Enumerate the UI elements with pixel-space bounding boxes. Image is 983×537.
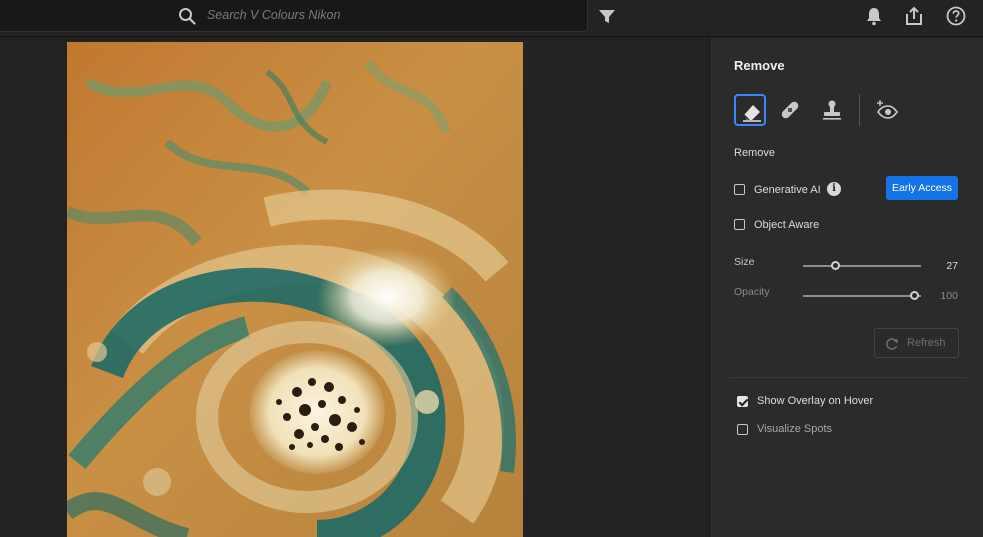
generative-ai-label: Generative AI [754, 184, 821, 196]
opacity-slider[interactable] [803, 291, 921, 300]
opacity-value[interactable]: 100 [918, 290, 958, 302]
remove-tool-button[interactable] [734, 94, 766, 126]
eraser-icon [743, 105, 761, 122]
photo-canvas[interactable] [0, 38, 709, 537]
share-icon[interactable] [903, 5, 925, 27]
object-aware-checkbox[interactable] [734, 219, 745, 230]
visualize-eye-icon [877, 100, 898, 119]
bandage-icon [781, 101, 799, 119]
refresh-label: Refresh [907, 337, 946, 349]
size-slider[interactable] [803, 261, 921, 270]
show-overlay-checkbox[interactable] [737, 396, 748, 407]
stamp-icon [823, 100, 841, 120]
heal-tool-button[interactable] [774, 94, 806, 126]
panel-title: Remove [734, 58, 785, 73]
remove-section-label: Remove [734, 147, 775, 159]
tool-divider [859, 94, 860, 126]
generative-ai-checkbox[interactable] [734, 184, 745, 195]
refresh-button[interactable]: Refresh [874, 328, 959, 358]
opacity-label: Opacity [734, 286, 770, 298]
search-icon [179, 8, 196, 25]
object-aware-label: Object Aware [754, 219, 820, 231]
help-icon[interactable] [945, 5, 967, 27]
show-overlay-label: Show Overlay on Hover [757, 395, 874, 407]
refresh-icon [886, 338, 898, 350]
visualize-spots-label: Visualize Spots [757, 423, 833, 435]
search-box[interactable]: Search V Colours Nikon [0, 0, 588, 32]
photo-preview[interactable] [67, 42, 523, 537]
visualize-tool-button[interactable] [871, 94, 903, 126]
remove-panel: Remove Remove Generative AI i Early Acce… [709, 38, 983, 537]
visualize-spots-checkbox[interactable] [737, 424, 748, 435]
size-label: Size [734, 256, 755, 268]
size-value[interactable]: 27 [918, 260, 958, 272]
info-icon[interactable]: i [827, 182, 841, 196]
bell-icon[interactable] [863, 5, 885, 27]
search-placeholder[interactable]: Search V Colours Nikon [207, 8, 340, 22]
panel-divider [730, 377, 966, 378]
size-slider-knob[interactable] [831, 261, 840, 270]
filter-icon[interactable] [598, 8, 616, 24]
top-bar: Search V Colours Nikon [0, 0, 983, 37]
early-access-badge[interactable]: Early Access [886, 176, 958, 200]
clone-tool-button[interactable] [816, 94, 848, 126]
